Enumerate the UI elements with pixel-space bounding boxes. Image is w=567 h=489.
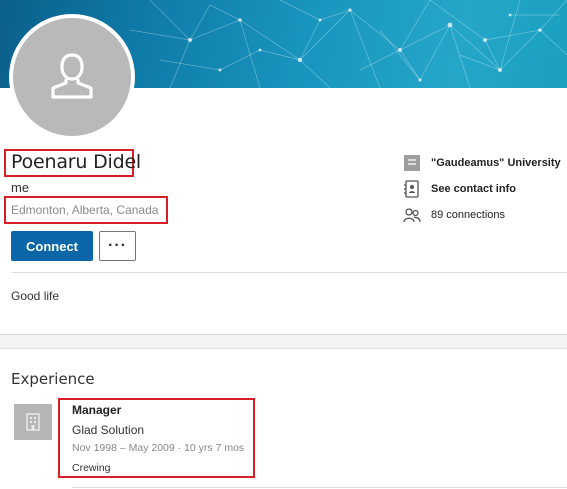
people-icon <box>403 206 421 224</box>
avatar[interactable] <box>13 18 131 136</box>
experience-role[interactable]: Manager <box>72 403 121 417</box>
connect-button[interactable]: Connect <box>11 231 93 261</box>
contact-info-link[interactable]: See contact info <box>431 183 516 195</box>
education-item[interactable]: "Gaudeamus" University <box>403 154 561 172</box>
divider <box>11 272 567 273</box>
experience-dates: Nov 1998 – May 2009 · 10 yrs 7 mos <box>72 442 245 454</box>
profile-location: Edmonton, Alberta, Canada <box>11 203 159 217</box>
profile-name: Poenaru Didel <box>11 151 142 173</box>
connections-count: 89 connections <box>431 209 505 221</box>
profile-summary: Good life <box>11 289 60 303</box>
connections-item[interactable]: 89 connections <box>403 206 505 224</box>
experience-location: Crewing <box>72 462 111 474</box>
address-book-icon <box>403 180 421 198</box>
building-icon <box>26 413 40 431</box>
person-silhouette-icon <box>51 53 93 99</box>
experience-heading: Experience <box>11 370 95 388</box>
company-logo[interactable] <box>14 404 52 440</box>
contact-info-item[interactable]: See contact info <box>403 180 516 198</box>
divider <box>72 487 567 488</box>
education-label: "Gaudeamus" University <box>431 157 561 169</box>
profile-headline: me <box>11 180 30 195</box>
school-icon <box>403 154 421 172</box>
section-separator <box>0 334 567 349</box>
more-actions-button[interactable]: ··· <box>99 231 136 261</box>
experience-company: Glad Solution <box>72 423 145 437</box>
